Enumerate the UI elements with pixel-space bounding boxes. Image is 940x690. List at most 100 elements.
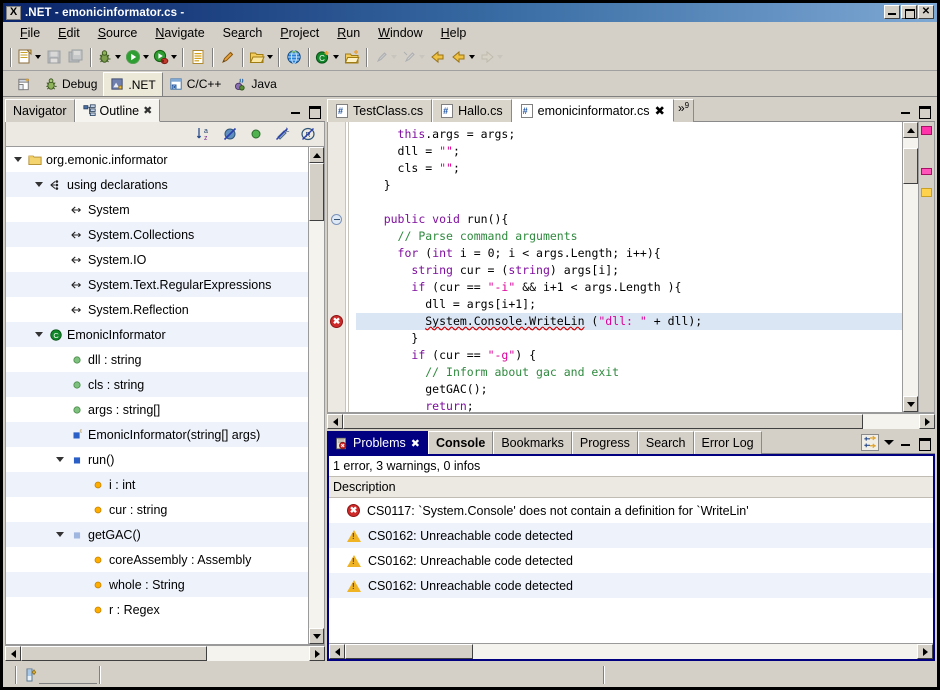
editor-gutter[interactable]: ✖: [328, 122, 346, 412]
outline-tree-item[interactable]: args : string[]: [6, 397, 308, 422]
minimize-button[interactable]: [884, 5, 900, 19]
outline-tree-item[interactable]: dll : string: [6, 347, 308, 372]
editor-tab[interactable]: Hallo.cs: [432, 99, 511, 122]
close-icon[interactable]: ✖: [654, 103, 664, 118]
problems-tab[interactable]: Search: [638, 431, 694, 454]
dropdown-arrow-icon[interactable]: [391, 55, 397, 59]
scroll-thumb[interactable]: [903, 148, 918, 184]
scroll-thumb[interactable]: [309, 163, 324, 221]
perspective-debug[interactable]: Debug: [38, 72, 103, 96]
dropdown-arrow-icon[interactable]: [143, 55, 149, 59]
save-button[interactable]: [43, 46, 65, 68]
hide-static-button[interactable]: L: [274, 126, 292, 142]
scroll-left-button[interactable]: [329, 644, 345, 659]
show-static-members-button[interactable]: [248, 126, 266, 142]
editor-tab[interactable]: emonicinformator.cs✖: [512, 99, 674, 122]
dropdown-arrow-icon[interactable]: [419, 55, 425, 59]
error-marker-icon[interactable]: ✖: [330, 315, 343, 328]
perspective-cpp[interactable]: C C/C++: [163, 72, 228, 96]
search-button[interactable]: [217, 46, 239, 68]
outline-tree-item[interactable]: System.Collections: [6, 222, 308, 247]
dropdown-arrow-icon[interactable]: [333, 55, 339, 59]
minimize-view-button[interactable]: [289, 104, 302, 117]
overview-error-marker[interactable]: [921, 168, 932, 175]
scroll-thumb[interactable]: [345, 644, 473, 659]
outline-vertical-scrollbar[interactable]: [308, 147, 324, 644]
scroll-right-button[interactable]: [919, 414, 935, 429]
scroll-down-button[interactable]: [309, 628, 324, 644]
scroll-track[interactable]: [863, 414, 919, 429]
scroll-down-button[interactable]: [903, 396, 918, 412]
twisty-expanded-icon[interactable]: [52, 457, 68, 462]
outline-tree-item[interactable]: cls : string: [6, 372, 308, 397]
menu-help[interactable]: Help: [432, 24, 476, 42]
twisty-expanded-icon[interactable]: [31, 182, 47, 187]
outline-tree-item[interactable]: CEmonicInformator: [6, 322, 308, 347]
maximize-view-button[interactable]: [917, 104, 930, 117]
outline-tree-item[interactable]: org.emonic.informator: [6, 147, 308, 172]
new-csharp-project-button[interactable]: [341, 46, 363, 68]
open-type-button[interactable]: [247, 46, 275, 68]
outline-tree-item[interactable]: getGAC(): [6, 522, 308, 547]
scroll-up-button[interactable]: [903, 122, 918, 138]
sort-alphabetically-button[interactable]: a z: [196, 126, 214, 142]
dropdown-arrow-icon[interactable]: [171, 55, 177, 59]
outline-tree-item[interactable]: System: [6, 197, 308, 222]
twisty-expanded-icon[interactable]: [10, 157, 26, 162]
fold-collapse-icon[interactable]: [331, 214, 342, 225]
minimize-view-button[interactable]: [899, 436, 912, 449]
debug-button[interactable]: [95, 46, 123, 68]
outline-tree-item[interactable]: cur : string: [6, 497, 308, 522]
forward-history-button[interactable]: [477, 46, 505, 68]
menu-project[interactable]: Project: [271, 24, 328, 42]
twisty-expanded-icon[interactable]: [31, 332, 47, 337]
outline-tree-item[interactable]: cEmonicInformator(string[] args): [6, 422, 308, 447]
scroll-left-button[interactable]: [327, 414, 343, 429]
dropdown-arrow-icon[interactable]: [35, 55, 41, 59]
problem-row[interactable]: CS0162: Unreachable code detected: [329, 548, 933, 573]
editor-horizontal-scrollbar[interactable]: [327, 413, 935, 429]
outline-tree-item[interactable]: System.Reflection: [6, 297, 308, 322]
outline-tree-item[interactable]: coreAssembly : Assembly: [6, 547, 308, 572]
new-wizard-button[interactable]: [15, 46, 43, 68]
outline-tree-item[interactable]: r : Regex: [6, 597, 308, 622]
problems-tab[interactable]: Console: [428, 431, 493, 454]
outline-tree-item[interactable]: using declarations: [6, 172, 308, 197]
backward-history-button[interactable]: [449, 46, 477, 68]
close-button[interactable]: ✕: [918, 5, 934, 19]
dropdown-arrow-icon[interactable]: [469, 55, 475, 59]
outline-tree-item[interactable]: System.IO: [6, 247, 308, 272]
dropdown-arrow-icon[interactable]: [267, 55, 273, 59]
code-editor[interactable]: this.args = args; dll = ""; cls = ""; } …: [346, 122, 902, 412]
view-menu-button[interactable]: [884, 440, 894, 445]
maximize-button[interactable]: [901, 5, 917, 19]
menu-run[interactable]: Run: [328, 24, 369, 42]
open-perspective-button[interactable]: [11, 72, 38, 96]
twisty-expanded-icon[interactable]: [52, 532, 68, 537]
outline-tree-item[interactable]: run(): [6, 447, 308, 472]
hide-fields-button[interactable]: [222, 126, 240, 142]
dropdown-arrow-icon[interactable]: [497, 55, 503, 59]
problem-row[interactable]: ✖CS0117: `System.Console' does not conta…: [329, 498, 933, 523]
menu-edit[interactable]: Edit: [49, 24, 89, 42]
scroll-up-button[interactable]: [309, 147, 324, 163]
outline-horizontal-scrollbar[interactable]: [5, 645, 325, 661]
menu-search[interactable]: Search: [214, 24, 272, 42]
editor-overview-ruler[interactable]: [918, 122, 934, 412]
editor-tab[interactable]: TestClass.cs: [327, 99, 432, 122]
close-icon[interactable]: ✖: [411, 437, 420, 450]
overview-warning-marker[interactable]: [921, 188, 932, 197]
perspective-java[interactable]: Java: [227, 72, 282, 96]
problems-tab[interactable]: Problems✖: [327, 431, 428, 454]
run-button[interactable]: [123, 46, 151, 68]
outline-tree-item[interactable]: i : int: [6, 472, 308, 497]
scroll-track[interactable]: [207, 646, 309, 661]
tab-outline[interactable]: Outline ✖: [75, 99, 161, 122]
minimize-view-button[interactable]: [899, 104, 912, 117]
problem-row[interactable]: CS0162: Unreachable code detected: [329, 573, 933, 598]
close-icon[interactable]: ✖: [143, 104, 152, 117]
outline-tree-item[interactable]: System.Text.RegularExpressions: [6, 272, 308, 297]
tab-overflow-indicator[interactable]: »9: [674, 99, 694, 122]
problems-tab[interactable]: Error Log: [694, 431, 762, 454]
scroll-thumb[interactable]: [21, 646, 207, 661]
